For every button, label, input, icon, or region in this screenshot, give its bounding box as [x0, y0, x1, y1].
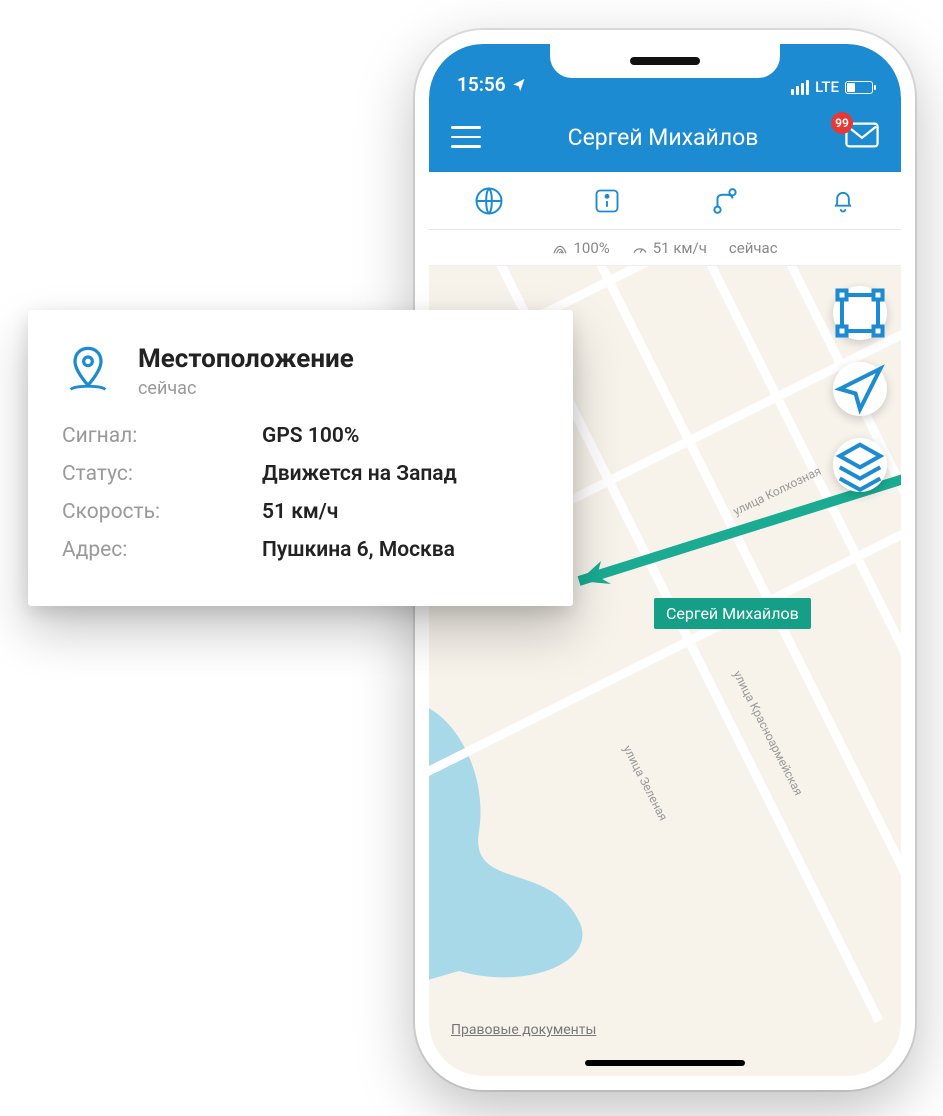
map-locate-button[interactable] — [833, 362, 887, 416]
card-row-status: Статус: Движется на Запад — [62, 462, 539, 486]
stat-signal: 100% — [552, 239, 609, 257]
pin-icon — [62, 344, 114, 400]
bell-icon — [829, 187, 857, 215]
navigation-icon — [833, 362, 887, 416]
globe-icon — [474, 186, 504, 216]
gauge-icon — [632, 241, 648, 255]
card-title: Местоположение — [138, 344, 354, 374]
map-layers-button[interactable] — [833, 438, 887, 492]
app-header: Сергей Михайлов 99 — [429, 102, 901, 172]
home-indicator[interactable] — [585, 1060, 745, 1066]
phone-notch — [550, 44, 780, 78]
location-arrow-icon — [512, 77, 527, 92]
tab-bar — [429, 172, 901, 230]
legal-link[interactable]: Правовые документы — [451, 1022, 596, 1038]
route-icon — [710, 186, 740, 216]
stat-speed: 51 км/ч — [632, 239, 707, 257]
map-marker-label[interactable]: Сергей Михайлов — [654, 598, 811, 629]
tab-map[interactable] — [474, 186, 504, 216]
selection-icon — [833, 286, 887, 340]
signal-small-icon — [552, 241, 568, 255]
stat-time: сейчас — [729, 239, 778, 257]
card-row-signal: Сигнал: GPS 100% — [62, 424, 539, 448]
menu-button[interactable] — [451, 126, 481, 148]
stats-bar: 100% 51 км/ч сейчас — [429, 230, 901, 266]
tab-info[interactable] — [593, 187, 621, 215]
network-label: LTE — [815, 78, 839, 96]
card-row-speed: Скорость: 51 км/ч — [62, 500, 539, 524]
battery-icon — [845, 81, 873, 94]
signal-icon — [791, 80, 809, 95]
card-row-address: Адрес: Пушкина 6, Москва — [62, 538, 539, 562]
notification-badge: 99 — [831, 112, 853, 134]
header-title: Сергей Михайлов — [568, 124, 759, 151]
card-subtitle: сейчас — [138, 378, 354, 399]
status-time: 15:56 — [457, 73, 506, 96]
layers-icon — [833, 438, 887, 492]
info-icon — [593, 187, 621, 215]
map-zone-button[interactable] — [833, 286, 887, 340]
tab-route[interactable] — [710, 186, 740, 216]
location-card: Местоположение сейчас Сигнал: GPS 100% С… — [28, 310, 573, 606]
messages-button[interactable]: 99 — [845, 120, 879, 154]
tab-alerts[interactable] — [829, 187, 857, 215]
